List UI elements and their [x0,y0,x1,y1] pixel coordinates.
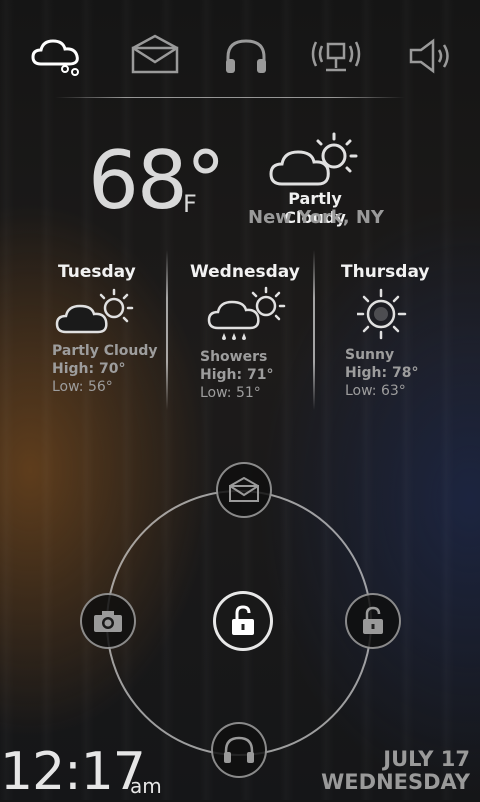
forecast-day-name: Tuesday [58,262,136,282]
ring-camera-target[interactable] [80,593,136,649]
camera-icon [94,611,122,632]
cloud-icon[interactable] [26,34,86,78]
temperature-unit: F [183,190,197,218]
forecast-condition: Partly Cloudy [52,343,158,359]
unlock-icon [232,605,254,635]
partly-cloudy-icon [268,130,364,196]
partly-cloudy-icon [52,286,202,342]
forecast-high: High: 71° [200,367,274,383]
ring-music-target[interactable] [211,722,267,778]
forecast-low: Low: 51° [200,385,261,401]
forecast-day-name: Wednesday [190,262,300,282]
forecast-low: Low: 56° [52,379,113,395]
date-month-day: JULY 17 [383,747,470,771]
unlock-icon [363,606,383,634]
forecast-day-thursday: Thursday Sunny High: 78° Low: 63° [341,262,480,400]
clock-time: 12:17 [0,742,146,802]
headphones-icon[interactable] [216,34,276,78]
forecast-high: High: 70° [52,361,126,377]
clock-ampm: am [130,774,162,798]
forecast-day-tuesday: Tuesday Partly Cloudy High: 70° Low: 56° [52,262,202,396]
top-divider [55,97,405,98]
current-location[interactable]: New York, NY [248,207,384,228]
volume-icon[interactable] [400,34,460,78]
forecast-low: Low: 63° [345,383,406,399]
headphones-icon [224,736,254,763]
ring-mail-target[interactable] [216,462,272,518]
forecast-divider [313,250,315,410]
date-weekday: WEDNESDAY [321,770,470,794]
forecast-condition: Sunny [345,347,395,363]
forecast-day-name: Thursday [341,262,430,282]
sunny-icon [341,286,480,346]
forecast-day-wednesday: Wednesday Showers High: 71° Low: 51° [190,262,340,402]
shortcut-bar [0,20,480,90]
unlock-handle[interactable] [213,591,273,651]
forecast-high: High: 78° [345,365,419,381]
forecast-divider [166,250,168,410]
current-temperature: 68° [88,134,226,227]
forecast-condition: Showers [200,349,268,365]
mail-icon [229,477,259,502]
mail-icon[interactable] [125,34,185,78]
network-icon[interactable] [306,34,366,78]
showers-icon [190,286,340,348]
ring-unlock-target[interactable] [345,593,401,649]
